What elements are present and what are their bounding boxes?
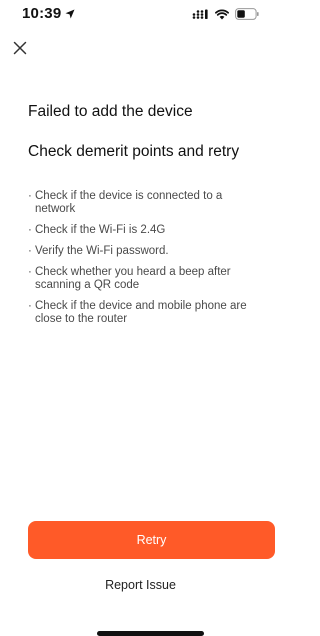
page-subtitle: Check demerit points and retry: [28, 143, 240, 160]
report-issue-link[interactable]: Report Issue: [0, 578, 281, 592]
list-item: · Check if the device is connected to a …: [28, 190, 256, 216]
list-item: · Check if the Wi-Fi is 2.4G: [28, 224, 256, 237]
close-icon: [13, 41, 27, 55]
page-title: Failed to add the device: [28, 103, 193, 120]
tip-text: Check if the Wi-Fi is 2.4G: [35, 224, 166, 236]
status-bar: 10:39: [0, 0, 281, 32]
bullet-dot: ·: [28, 266, 32, 278]
bullet-dot: ·: [28, 245, 32, 257]
tip-text: Check whether you heard a beep after sca…: [35, 266, 231, 291]
tip-text: Check if the device is connected to a ne…: [35, 190, 223, 215]
close-button[interactable]: [8, 36, 32, 60]
wifi-icon: [215, 8, 229, 19]
home-indicator: [97, 631, 204, 636]
status-time: 10:39: [22, 5, 62, 22]
bullet-dot: ·: [28, 190, 32, 202]
location-arrow-icon: [65, 9, 75, 18]
bullet-dot: ·: [28, 300, 32, 312]
list-item: · Check if the device and mobile phone a…: [28, 300, 256, 326]
troubleshoot-tips-list: · Check if the device is connected to a …: [28, 190, 256, 334]
retry-button[interactable]: Retry: [28, 521, 275, 559]
list-item: · Verify the Wi-Fi password.: [28, 245, 256, 258]
list-item: · Check whether you heard a beep after s…: [28, 266, 256, 292]
cellular-signal-icon: [192, 9, 208, 19]
status-icons: [192, 8, 259, 20]
tip-text: Check if the device and mobile phone are…: [35, 300, 247, 325]
battery-icon: [235, 8, 259, 20]
tip-text: Verify the Wi-Fi password.: [35, 245, 169, 257]
status-time-group: 10:39: [22, 5, 75, 22]
bullet-dot: ·: [28, 224, 32, 236]
